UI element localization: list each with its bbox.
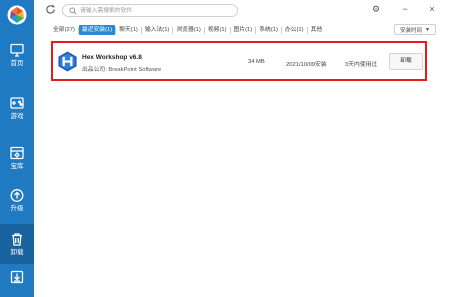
- sidebar-item-upgrade[interactable]: 升级: [0, 180, 34, 220]
- sidebar-item-uninstall[interactable]: 卸载: [0, 224, 34, 264]
- app-usage-status: 3天内使用过: [345, 62, 378, 68]
- filter-recent-installs[interactable]: 最近安装(1): [78, 25, 116, 35]
- filter-office[interactable]: 办公(1): [282, 25, 307, 35]
- chevron-down-icon: ▼: [425, 26, 430, 33]
- monitor-icon: [10, 44, 24, 57]
- filter-system[interactable]: 系统(1): [256, 25, 281, 35]
- search-input[interactable]: [80, 6, 230, 16]
- search-icon: [69, 7, 77, 15]
- sidebar-item-download[interactable]: [0, 262, 34, 292]
- app-logo-icon[interactable]: [7, 5, 27, 25]
- filter-browser[interactable]: 浏览器(1): [173, 25, 203, 35]
- app-install-date: 2021/10/09安装: [286, 62, 327, 68]
- uninstall-button[interactable]: 卸载: [389, 53, 423, 70]
- filter-input-method[interactable]: 输入法(1): [142, 25, 172, 35]
- sidebar-item-label: 首页: [10, 60, 24, 68]
- filter-chat[interactable]: 聊天(1): [116, 25, 141, 35]
- filter-other[interactable]: 其他: [308, 25, 326, 35]
- settings-icon[interactable]: ⚙: [371, 4, 381, 14]
- sidebar-item-games[interactable]: 游戏: [0, 88, 34, 128]
- sidebar-item-label: 游戏: [10, 113, 24, 121]
- sidebar-item-label: 卸载: [10, 249, 24, 257]
- hex-workshop-app-icon: [58, 51, 77, 72]
- gamepad-icon: [10, 97, 24, 109]
- sidebar-item-label: 宝库: [10, 163, 24, 171]
- sidebar: 首页 游戏 宝库 升级 卸载: [0, 0, 34, 297]
- sort-label: 安装时间: [400, 27, 423, 34]
- download-icon: [10, 270, 24, 284]
- upgrade-icon: [10, 189, 24, 203]
- refresh-icon[interactable]: [45, 4, 56, 15]
- shield-icon: [10, 147, 24, 160]
- sidebar-item-treasury[interactable]: 宝库: [0, 138, 34, 178]
- close-button[interactable]: ×: [427, 4, 437, 14]
- app-size: 34 MB: [248, 59, 265, 65]
- filter-all[interactable]: 全部(27): [50, 25, 78, 35]
- sidebar-item-label: 升级: [10, 205, 24, 213]
- category-filter-bar: 全部(27) 最近安装(1) 聊天(1) 输入法(1) 浏览器(1) 视频(1)…: [50, 24, 325, 36]
- top-bar: ⚙ − ×: [34, 0, 450, 20]
- minimize-button[interactable]: −: [400, 4, 410, 14]
- app-publisher: 出品公司: BreakPoint Software: [82, 67, 162, 73]
- sidebar-item-home[interactable]: 首页: [0, 35, 34, 75]
- trash-icon: [12, 233, 22, 246]
- filter-video[interactable]: 视频(1): [205, 25, 230, 35]
- search-box[interactable]: [62, 4, 238, 17]
- sort-dropdown[interactable]: 安装时间 ▼: [394, 24, 436, 35]
- app-list-item[interactable]: Hex Workshop v6.8 出品公司: BreakPoint Softw…: [51, 41, 427, 81]
- app-name: Hex Workshop v6.8: [82, 54, 142, 61]
- filter-image[interactable]: 图片(1): [231, 25, 256, 35]
